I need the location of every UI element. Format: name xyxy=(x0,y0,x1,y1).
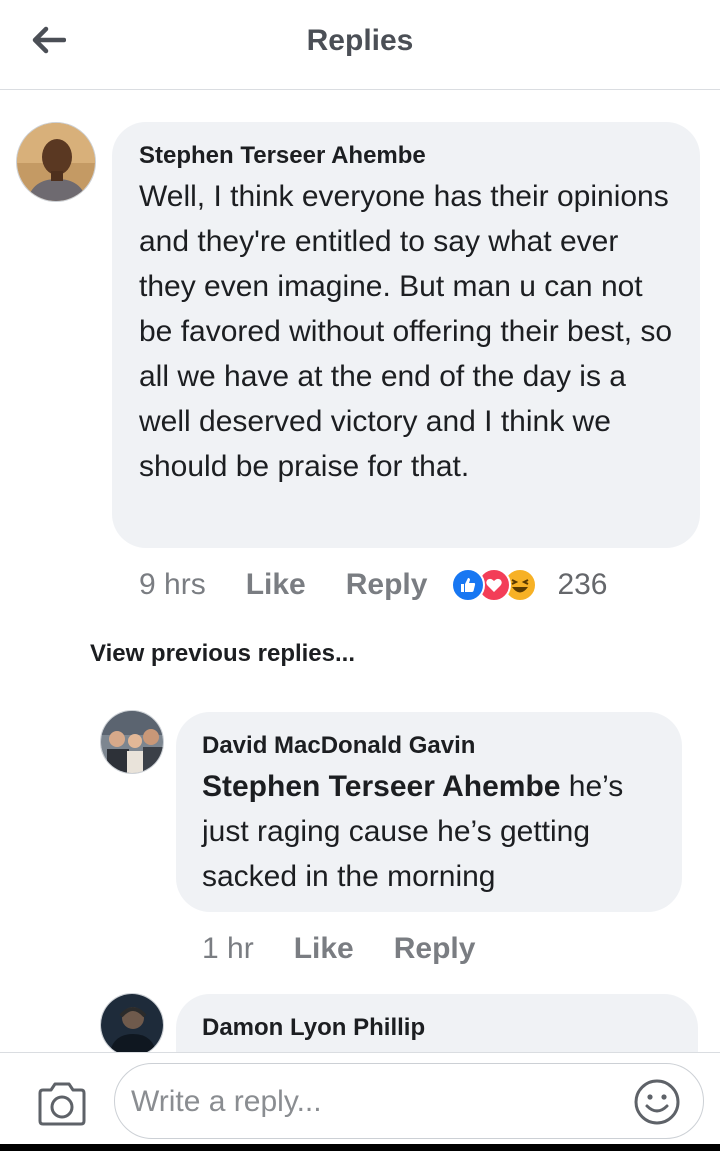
system-nav-bar xyxy=(0,1144,720,1151)
emoji-button[interactable] xyxy=(633,1078,681,1126)
avatar-photo xyxy=(101,994,163,1056)
comment-bubble: Stephen Terseer Ahembe Well, I think eve… xyxy=(112,122,700,548)
reply-actions: 1 hr Like Reply xyxy=(202,928,475,970)
reaction-count[interactable]: 236 xyxy=(557,568,607,602)
page-title: Replies xyxy=(306,24,414,57)
avatar-photo xyxy=(101,711,163,773)
comment-actions: 9 hrs Like Reply 236 xyxy=(139,564,608,606)
like-button[interactable]: Like xyxy=(246,568,306,602)
reply-mention-link[interactable]: Stephen Terseer Ahembe xyxy=(202,770,560,803)
avatar-damon[interactable] xyxy=(100,993,164,1057)
header-bar: Replies xyxy=(0,0,720,90)
reactions-summary[interactable] xyxy=(451,568,538,602)
comment-text: Well, I think everyone has their opinion… xyxy=(139,180,673,483)
reply-author[interactable]: Damon Lyon Phillip xyxy=(202,1014,678,1042)
comment-author[interactable]: Stephen Terseer Ahembe xyxy=(139,142,676,170)
camera-icon xyxy=(38,1082,86,1126)
comment-time[interactable]: 9 hrs xyxy=(139,568,206,602)
reply-input[interactable] xyxy=(131,1074,631,1130)
view-previous-replies-link[interactable]: View previous replies... xyxy=(90,640,355,668)
reply-author[interactable]: David MacDonald Gavin xyxy=(202,732,662,760)
camera-button[interactable] xyxy=(36,1081,88,1127)
reply-composer xyxy=(0,1052,720,1151)
reply-bubble: David MacDonald Gavin Stephen Terseer Ah… xyxy=(176,712,682,912)
reply-text: Stephen Terseer Ahembe he’s just raging … xyxy=(202,764,662,899)
reply-time[interactable]: 1 hr xyxy=(202,932,254,966)
avatar-photo xyxy=(17,123,95,201)
reply-input-container[interactable] xyxy=(114,1063,704,1139)
like-icon xyxy=(451,568,486,602)
avatar-david[interactable] xyxy=(100,710,164,774)
reply-button[interactable]: Reply xyxy=(346,568,428,602)
avatar-stephen[interactable] xyxy=(16,122,96,202)
like-button[interactable]: Like xyxy=(294,932,354,966)
smiley-icon xyxy=(634,1079,680,1125)
reply-button[interactable]: Reply xyxy=(394,932,476,966)
